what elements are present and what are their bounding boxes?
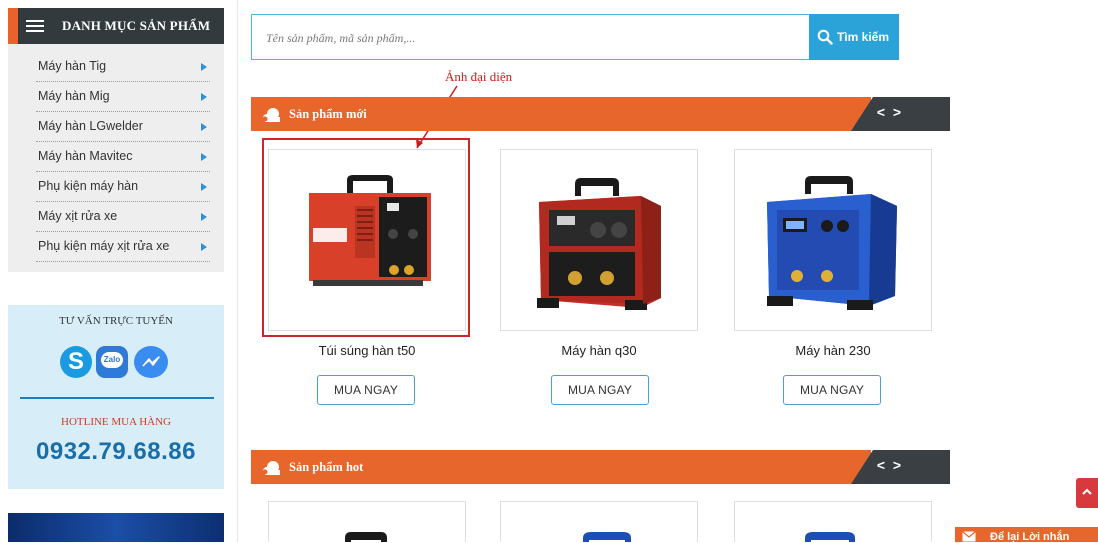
category-header-accent xyxy=(8,8,18,44)
caret-right-icon xyxy=(201,183,207,191)
menu-icon[interactable] xyxy=(26,20,44,32)
leave-message-label: Để lại Lời nhắn xyxy=(990,531,1070,543)
product-image-link[interactable] xyxy=(734,501,932,542)
scroll-to-top-button[interactable] xyxy=(1076,478,1098,508)
chevron-up-icon xyxy=(1082,488,1092,495)
category-item-label: Phụ kiện máy xịt rửa xe xyxy=(38,239,170,253)
section-nav: < > xyxy=(873,457,913,477)
search-icon xyxy=(817,29,833,45)
cloud-icon xyxy=(262,461,280,475)
caret-right-icon xyxy=(201,153,207,161)
annotation-highlight-box xyxy=(262,138,470,337)
product-name[interactable]: Máy hàn q30 xyxy=(484,343,714,358)
product-image xyxy=(345,532,387,542)
product-image xyxy=(767,176,897,310)
hotline-label: HOTLINE MUA HÀNG xyxy=(61,416,171,428)
search-input[interactable] xyxy=(264,27,788,49)
online-support-box: TƯ VẤN TRỰC TUYẾN S Zalo HOTLINE MUA HÀN… xyxy=(8,305,224,489)
section-nav: < > xyxy=(873,104,913,124)
product-image xyxy=(537,178,661,310)
next-arrow-icon[interactable]: > xyxy=(889,104,905,120)
category-item[interactable]: Máy hàn Mig xyxy=(8,82,224,112)
category-item[interactable]: Phụ kiện máy hàn xyxy=(8,172,224,202)
category-item[interactable]: Máy hàn Mavitec xyxy=(8,142,224,172)
product-name[interactable]: Máy hàn 230 xyxy=(718,343,948,358)
hotline-number[interactable]: 0932.79.68.86 xyxy=(8,438,224,466)
messenger-icon[interactable] xyxy=(134,346,168,378)
section-title: Sản phẩm hot xyxy=(289,460,364,474)
section-title: Sản phẩm mới xyxy=(289,107,367,121)
category-item-label: Máy xịt rửa xe xyxy=(38,209,118,223)
category-item[interactable]: Máy hàn Tig xyxy=(8,52,224,82)
buy-now-button[interactable]: MUA NGAY xyxy=(783,375,881,405)
caret-right-icon xyxy=(201,63,207,71)
category-list: Máy hàn Tig Máy hàn Mig Máy hàn LGwelder… xyxy=(8,44,224,272)
category-menu-title: DANH MỤC SẢN PHẨM xyxy=(62,18,211,33)
category-item[interactable]: Phụ kiện máy xịt rửa xe xyxy=(8,232,224,262)
cloud-icon xyxy=(262,108,280,122)
divider xyxy=(36,261,210,262)
section-header-new-products: Sản phẩm mới < > xyxy=(251,97,950,131)
product-image-link[interactable] xyxy=(268,501,466,542)
divider xyxy=(20,397,214,399)
category-item-label: Máy hàn Tig xyxy=(38,59,107,73)
online-support-title: TƯ VẤN TRỰC TUYẾN xyxy=(59,315,173,327)
zalo-icon[interactable]: Zalo xyxy=(96,346,128,378)
caret-right-icon xyxy=(201,213,207,221)
category-item-label: Máy hàn Mavitec xyxy=(38,149,133,163)
category-item[interactable]: Máy xịt rửa xe xyxy=(8,202,224,232)
next-arrow-icon[interactable]: > xyxy=(889,457,905,473)
search-box xyxy=(251,14,809,60)
product-image-link[interactable] xyxy=(500,149,698,331)
skype-icon[interactable]: S xyxy=(60,346,92,378)
product-image xyxy=(583,532,631,542)
category-item[interactable]: Máy hàn LGwelder xyxy=(8,112,224,142)
buy-now-button[interactable]: MUA NGAY xyxy=(551,375,649,405)
product-image xyxy=(805,532,855,542)
contact-icons: S Zalo xyxy=(60,344,180,384)
envelope-icon xyxy=(962,531,976,542)
zalo-label: Zalo xyxy=(101,352,123,368)
buy-now-button[interactable]: MUA NGAY xyxy=(317,375,415,405)
category-menu-header[interactable]: DANH MỤC SẢN PHẨM xyxy=(8,8,224,44)
product-name[interactable]: Túi súng hàn t50 xyxy=(252,343,482,358)
category-item-label: Máy hàn LGwelder xyxy=(38,119,143,133)
product-image-link[interactable] xyxy=(734,149,932,331)
sidebar-banner[interactable] xyxy=(8,513,224,542)
product-image-link[interactable] xyxy=(500,501,698,542)
prev-arrow-icon[interactable]: < xyxy=(873,457,889,473)
category-item-label: Phụ kiện máy hàn xyxy=(38,179,139,193)
caret-right-icon xyxy=(201,243,207,251)
caret-right-icon xyxy=(201,93,207,101)
category-item-label: Máy hàn Mig xyxy=(38,89,110,103)
caret-right-icon xyxy=(201,123,207,131)
search-button[interactable]: Tìm kiếm xyxy=(809,14,899,60)
leave-message-button[interactable]: Để lại Lời nhắn xyxy=(955,527,1098,543)
column-divider xyxy=(237,0,238,542)
prev-arrow-icon[interactable]: < xyxy=(873,104,889,120)
search-button-label: Tìm kiếm xyxy=(837,30,890,44)
section-header-hot-products: Sản phẩm hot < > xyxy=(251,450,950,484)
